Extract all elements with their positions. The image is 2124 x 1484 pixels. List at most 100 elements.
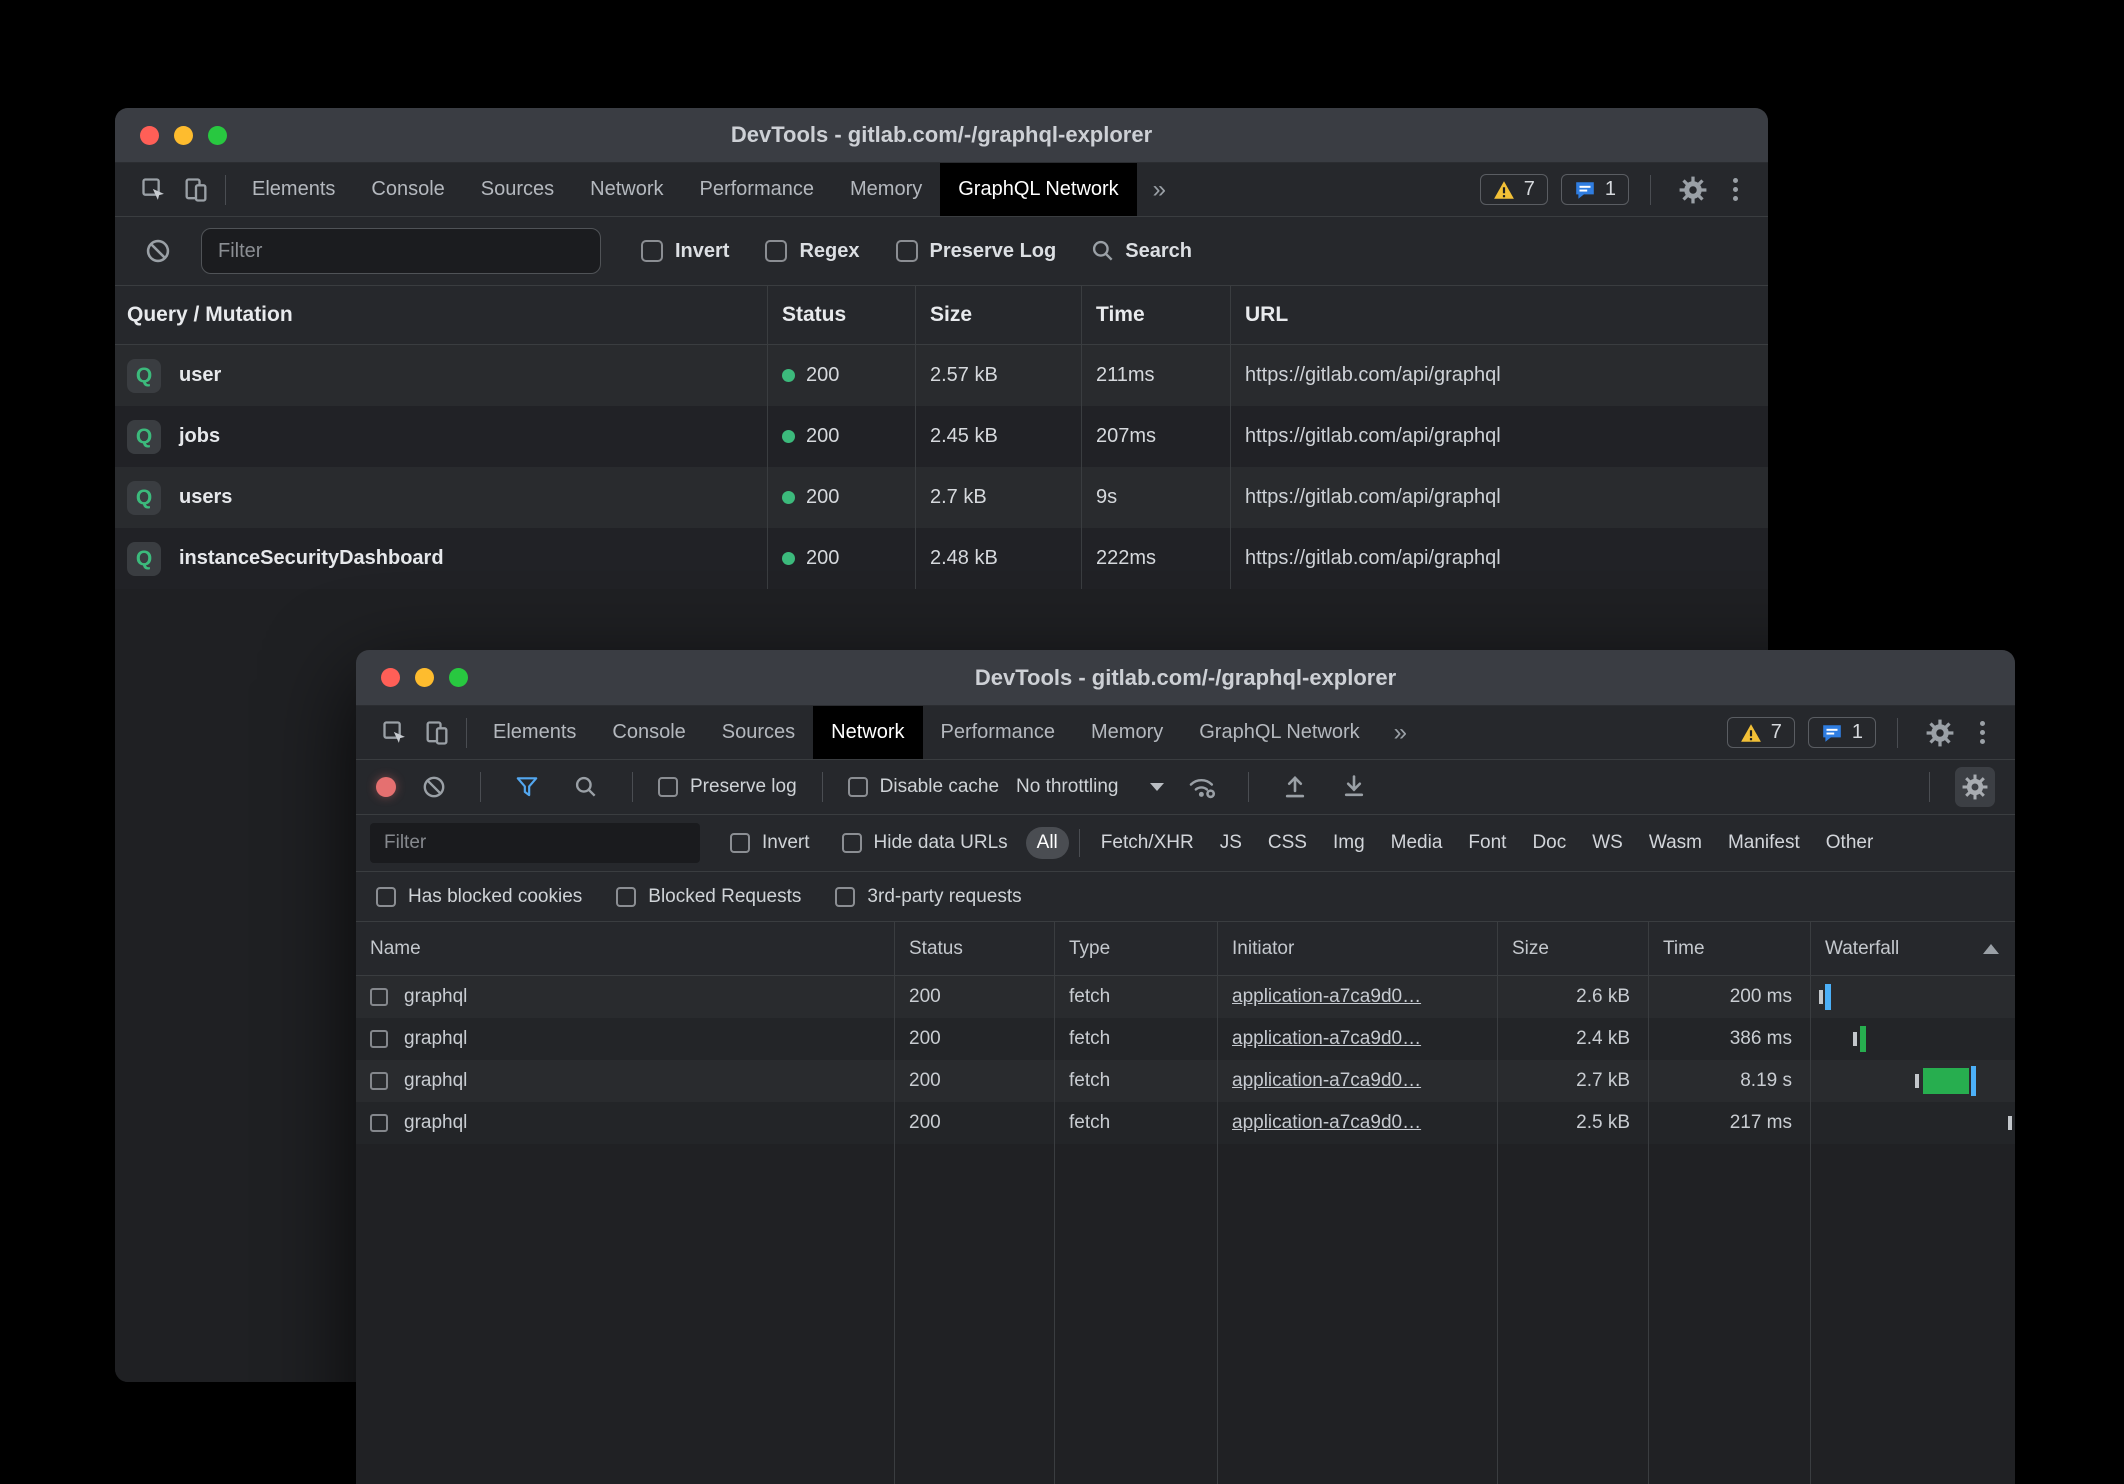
network-conditions-icon[interactable]	[1181, 767, 1223, 807]
search-control[interactable]: Search	[1090, 238, 1192, 264]
checkbox[interactable]	[842, 833, 862, 853]
row-checkbox[interactable]	[370, 1114, 388, 1132]
tab-sources[interactable]: Sources	[704, 706, 813, 759]
initiator-link[interactable]: application-a7ca9d0…	[1232, 1070, 1421, 1092]
checkbox[interactable]	[376, 887, 396, 907]
tab-performance[interactable]: Performance	[682, 163, 833, 216]
tab-memory[interactable]: Memory	[832, 163, 940, 216]
tab-network[interactable]: Network	[572, 163, 681, 216]
tab-memory[interactable]: Memory	[1073, 706, 1181, 759]
inspect-element-icon[interactable]	[133, 170, 175, 210]
import-har-icon[interactable]	[1274, 767, 1316, 807]
invert-checkbox[interactable]: Invert	[641, 240, 729, 263]
filter-chip-ws[interactable]: WS	[1581, 827, 1634, 859]
checkbox[interactable]	[616, 887, 636, 907]
kebab-menu-icon[interactable]	[1974, 721, 1991, 744]
tab-console[interactable]: Console	[594, 706, 703, 759]
column-waterfall[interactable]: Waterfall	[1810, 922, 2015, 975]
table-row[interactable]: graphql 200 fetch application-a7ca9d0… 2…	[356, 976, 2015, 1018]
zoom-button[interactable]	[208, 126, 227, 145]
issues-badge[interactable]: 1	[1808, 717, 1876, 748]
column-status[interactable]: Status	[894, 922, 1054, 975]
throttling-select[interactable]: No throttling	[1016, 776, 1164, 798]
title-bar[interactable]: DevTools - gitlab.com/-/graphql-explorer	[115, 108, 1768, 163]
initiator-link[interactable]: application-a7ca9d0…	[1232, 986, 1421, 1008]
filter-chip-other[interactable]: Other	[1815, 827, 1885, 859]
tab-elements[interactable]: Elements	[475, 706, 594, 759]
more-tabs-icon[interactable]: »	[1137, 176, 1182, 204]
row-checkbox[interactable]	[370, 1072, 388, 1090]
tab-graphql-network[interactable]: GraphQL Network	[1181, 706, 1377, 759]
clear-network-log-icon[interactable]	[413, 767, 455, 807]
search-icon[interactable]	[565, 767, 607, 807]
tab-graphql-network[interactable]: GraphQL Network	[940, 163, 1136, 216]
table-row[interactable]: graphql 200 fetch application-a7ca9d0… 2…	[356, 1060, 2015, 1102]
filter-chip-font[interactable]: Font	[1457, 827, 1517, 859]
filter-chip-media[interactable]: Media	[1380, 827, 1454, 859]
block-clear-icon[interactable]	[137, 231, 179, 271]
checkbox[interactable]	[641, 240, 663, 262]
third-party-requests-checkbox[interactable]: 3rd-party requests	[835, 886, 1021, 908]
more-tabs-icon[interactable]: »	[1378, 719, 1423, 747]
column-type[interactable]: Type	[1054, 922, 1217, 975]
close-button[interactable]	[140, 126, 159, 145]
title-bar[interactable]: DevTools - gitlab.com/-/graphql-explorer	[356, 650, 2015, 706]
row-checkbox[interactable]	[370, 988, 388, 1006]
regex-checkbox[interactable]: Regex	[765, 240, 859, 263]
filter-chip-img[interactable]: Img	[1322, 827, 1376, 859]
warnings-badge[interactable]: 7	[1480, 174, 1548, 205]
has-blocked-cookies-checkbox[interactable]: Has blocked cookies	[376, 886, 582, 908]
filter-chip-all[interactable]: All	[1026, 827, 1069, 859]
checkbox[interactable]	[835, 887, 855, 907]
table-row[interactable]: Q jobs 200 2.45 kB 207ms https://gitlab.…	[115, 406, 1768, 467]
device-toolbar-icon[interactable]	[416, 713, 458, 753]
column-name[interactable]: Name	[356, 922, 894, 975]
column-status[interactable]: Status	[767, 286, 915, 344]
filter-chip-css[interactable]: CSS	[1257, 827, 1318, 859]
inspect-element-icon[interactable]	[374, 713, 416, 753]
filter-chip-js[interactable]: JS	[1209, 827, 1253, 859]
invert-checkbox[interactable]: Invert	[730, 832, 810, 854]
initiator-link[interactable]: application-a7ca9d0…	[1232, 1112, 1421, 1134]
blocked-requests-checkbox[interactable]: Blocked Requests	[616, 886, 801, 908]
tab-performance[interactable]: Performance	[923, 706, 1074, 759]
column-url[interactable]: URL	[1230, 286, 1768, 344]
filter-chip-manifest[interactable]: Manifest	[1717, 827, 1811, 859]
tab-network[interactable]: Network	[813, 706, 922, 759]
record-network-log-button[interactable]	[376, 777, 396, 797]
filter-chip-wasm[interactable]: Wasm	[1638, 827, 1713, 859]
tab-sources[interactable]: Sources	[463, 163, 572, 216]
column-size[interactable]: Size	[1497, 922, 1648, 975]
export-har-icon[interactable]	[1333, 767, 1375, 807]
settings-gear-icon[interactable]	[1672, 170, 1714, 210]
column-initiator[interactable]: Initiator	[1217, 922, 1497, 975]
table-row[interactable]: graphql 200 fetch application-a7ca9d0… 2…	[356, 1102, 2015, 1144]
table-row[interactable]: Q user 200 2.57 kB 211ms https://gitlab.…	[115, 345, 1768, 406]
column-query-mutation[interactable]: Query / Mutation	[115, 286, 767, 344]
settings-gear-icon[interactable]	[1919, 713, 1961, 753]
hide-data-urls-checkbox[interactable]: Hide data URLs	[842, 832, 1008, 854]
tab-elements[interactable]: Elements	[234, 163, 353, 216]
row-checkbox[interactable]	[370, 1030, 388, 1048]
device-toolbar-icon[interactable]	[175, 170, 217, 210]
network-settings-gear-icon[interactable]	[1955, 767, 1995, 807]
checkbox[interactable]	[730, 833, 750, 853]
checkbox[interactable]	[848, 777, 868, 797]
checkbox[interactable]	[765, 240, 787, 262]
column-time[interactable]: Time	[1081, 286, 1230, 344]
issues-badge[interactable]: 1	[1561, 174, 1629, 205]
filter-chip-doc[interactable]: Doc	[1521, 827, 1577, 859]
column-time[interactable]: Time	[1648, 922, 1810, 975]
table-row[interactable]: graphql 200 fetch application-a7ca9d0… 2…	[356, 1018, 2015, 1060]
warnings-badge[interactable]: 7	[1727, 717, 1795, 748]
preserve-log-checkbox[interactable]: Preserve Log	[896, 240, 1057, 263]
table-row[interactable]: Q users 200 2.7 kB 9s https://gitlab.com…	[115, 467, 1768, 528]
filter-chip-fetch-xhr[interactable]: Fetch/XHR	[1090, 827, 1205, 859]
filter-input[interactable]	[370, 823, 700, 863]
tab-console[interactable]: Console	[353, 163, 462, 216]
disable-cache-checkbox[interactable]: Disable cache	[848, 776, 999, 798]
checkbox[interactable]	[896, 240, 918, 262]
kebab-menu-icon[interactable]	[1727, 178, 1744, 201]
preserve-log-checkbox[interactable]: Preserve log	[658, 776, 797, 798]
filter-funnel-icon[interactable]	[506, 767, 548, 807]
